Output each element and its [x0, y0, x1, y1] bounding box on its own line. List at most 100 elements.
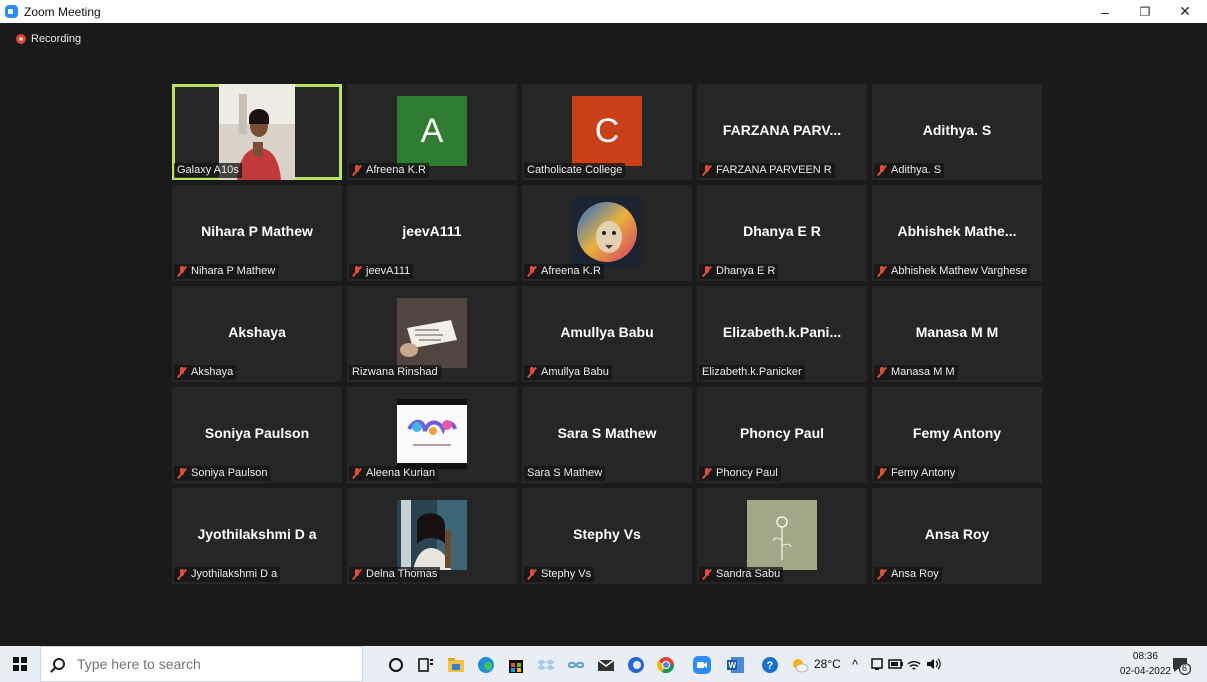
chrome-icon[interactable] — [656, 655, 676, 675]
help-icon[interactable]: ? — [760, 655, 780, 675]
participant-name: Sara S Mathew — [527, 467, 603, 479]
participant-name-label: Jyothilakshmi D a — [174, 567, 281, 582]
participant-name: Manasa M M — [891, 366, 955, 378]
participant-tile[interactable]: FARZANA PARV... FARZANA PARVEEN R — [697, 84, 867, 180]
participant-name-label: Adithya. S — [874, 163, 945, 178]
participant-tile[interactable]: Galaxy A10s — [172, 84, 342, 180]
volume-icon[interactable] — [925, 656, 941, 672]
participant-name-label: Abhishek Mathew Varghese — [874, 264, 1031, 279]
participant-tile[interactable]: Abhishek Mathe... Abhishek Mathew Varghes… — [872, 185, 1042, 281]
participant-name-label: Phoncy Paul — [699, 466, 781, 481]
taskbar-search-box[interactable] — [40, 646, 363, 682]
participant-display-name: Akshaya — [228, 324, 286, 340]
participant-name-label: jeevA111 — [349, 264, 414, 279]
window-title: Zoom Meeting — [24, 4, 101, 19]
participant-name-label: Dhanya E R — [699, 264, 779, 279]
minimize-button[interactable]: – — [1085, 0, 1125, 23]
mic-muted-icon — [527, 569, 537, 580]
participant-tile[interactable]: Sandra Sabu — [697, 488, 867, 584]
store-icon[interactable] — [506, 655, 526, 675]
participant-name: Aleena Kurian — [366, 467, 436, 479]
participant-name: Dhanya E R — [716, 265, 776, 277]
participant-name: Afreena K.R — [366, 164, 426, 176]
svg-text:?: ? — [767, 660, 774, 672]
file-explorer-icon[interactable] — [446, 655, 466, 675]
mic-muted-icon — [877, 266, 887, 277]
participant-tile[interactable]: A Afreena K.R — [347, 84, 517, 180]
participant-name: Galaxy A10s — [177, 164, 239, 176]
participant-tile[interactable]: Soniya Paulson Soniya Paulson — [172, 387, 342, 483]
participant-tile[interactable]: Phoncy Paul Phoncy Paul — [697, 387, 867, 483]
participant-display-name: Adithya. S — [922, 122, 992, 138]
participant-display-name: Stephy Vs — [573, 526, 641, 542]
participant-tile[interactable]: Akshaya Akshaya — [172, 286, 342, 382]
mail-icon[interactable] — [596, 655, 616, 675]
search-input[interactable] — [77, 656, 327, 672]
participant-name: jeevA111 — [366, 265, 411, 277]
participant-display-name: Phoncy Paul — [739, 425, 825, 441]
dropbox-icon[interactable] — [536, 655, 556, 675]
zoom-taskbar-icon[interactable] — [692, 655, 712, 675]
participant-tile[interactable]: Afreena K.R — [522, 185, 692, 281]
mic-muted-icon — [177, 266, 187, 277]
participant-tile[interactable]: Delna Thomas — [347, 488, 517, 584]
participant-tile[interactable]: Dhanya E R Dhanya E R — [697, 185, 867, 281]
meeting-area: Recording Galaxy A10s A Afreena K.R C Cathol… — [0, 23, 1207, 637]
mic-muted-icon — [877, 367, 887, 378]
wifi-icon[interactable] — [906, 656, 922, 672]
recording-indicator[interactable]: Recording — [16, 33, 81, 45]
clock-time: 08:36 — [1132, 651, 1158, 662]
system-clock[interactable]: 08:36 02-04-2022 — [1120, 649, 1171, 679]
participant-tile[interactable]: Jyothilakshmi D a Jyothilakshmi D a — [172, 488, 342, 584]
weather-temperature[interactable]: 28°C — [814, 646, 841, 682]
mic-muted-icon — [177, 569, 187, 580]
participant-tile[interactable]: Manasa M M Manasa M M — [872, 286, 1042, 382]
show-hidden-icons-chevron-icon[interactable]: ^ — [852, 646, 858, 682]
windows-taskbar: W ? 28°C ^ 08:36 02-04-2022 6 — [0, 646, 1207, 682]
mic-muted-icon — [877, 569, 887, 580]
word-icon[interactable]: W — [726, 655, 746, 675]
participant-tile[interactable]: Ansa Roy Ansa Roy — [872, 488, 1042, 584]
battery-icon[interactable] — [888, 657, 904, 671]
task-view-icon[interactable] — [416, 655, 436, 675]
participant-tile[interactable]: Stephy Vs Stephy Vs — [522, 488, 692, 584]
participant-tile[interactable]: Sara S Mathew Sara S Mathew — [522, 387, 692, 483]
participant-tile[interactable]: jeevA111 jeevA111 — [347, 185, 517, 281]
participant-tile[interactable]: Adithya. S Adithya. S — [872, 84, 1042, 180]
participant-name-label: Delna Thomas — [349, 567, 441, 582]
close-button[interactable]: ✕ — [1165, 0, 1205, 23]
participant-display-name: Amullya Babu — [560, 324, 654, 340]
start-button[interactable] — [0, 646, 40, 682]
browser-icon[interactable] — [626, 655, 646, 675]
participant-name: Afreena K.R — [541, 265, 601, 277]
participant-name: Jyothilakshmi D a — [191, 568, 278, 580]
participant-tile[interactable]: Elizabeth.k.Pani... Elizabeth.k.Panicker — [697, 286, 867, 382]
participant-display-name: Jyothilakshmi D a — [197, 526, 317, 542]
mic-muted-icon — [702, 165, 712, 176]
participant-tile[interactable]: Aleena Kurian — [347, 387, 517, 483]
participant-tile[interactable]: C Catholicate College — [522, 84, 692, 180]
network-icon[interactable] — [870, 656, 884, 672]
edge-icon[interactable] — [476, 655, 496, 675]
participant-name: Akshaya — [191, 366, 234, 378]
participant-tile[interactable]: Nihara P Mathew Nihara P Mathew — [172, 185, 342, 281]
mic-muted-icon — [877, 468, 887, 479]
participant-name: Abhishek Mathew Varghese — [891, 265, 1028, 277]
participant-display-name: Nihara P Mathew — [201, 223, 313, 239]
participant-name-label: FARZANA PARVEEN R — [699, 163, 835, 178]
participant-display-name: Dhanya E R — [743, 223, 821, 239]
infinity-icon[interactable] — [566, 655, 586, 675]
participant-name: Adithya. S — [891, 164, 942, 176]
notification-center-icon[interactable] — [1170, 654, 1192, 676]
weather-icon[interactable] — [790, 655, 810, 675]
participant-tile[interactable]: Rizwana Rinshad — [347, 286, 517, 382]
participant-name-label: Akshaya — [174, 365, 237, 380]
mic-muted-icon — [177, 367, 187, 378]
participant-tile[interactable]: Femy Antony Femy Antony — [872, 387, 1042, 483]
restore-button[interactable]: ❐ — [1125, 0, 1165, 23]
cortana-icon[interactable] — [386, 655, 406, 675]
participant-tile[interactable]: Amullya Babu Amullya Babu — [522, 286, 692, 382]
svg-text:W: W — [729, 661, 737, 670]
participant-name-label: Soniya Paulson — [174, 466, 271, 481]
participant-name-label: Femy Antony — [874, 466, 959, 481]
